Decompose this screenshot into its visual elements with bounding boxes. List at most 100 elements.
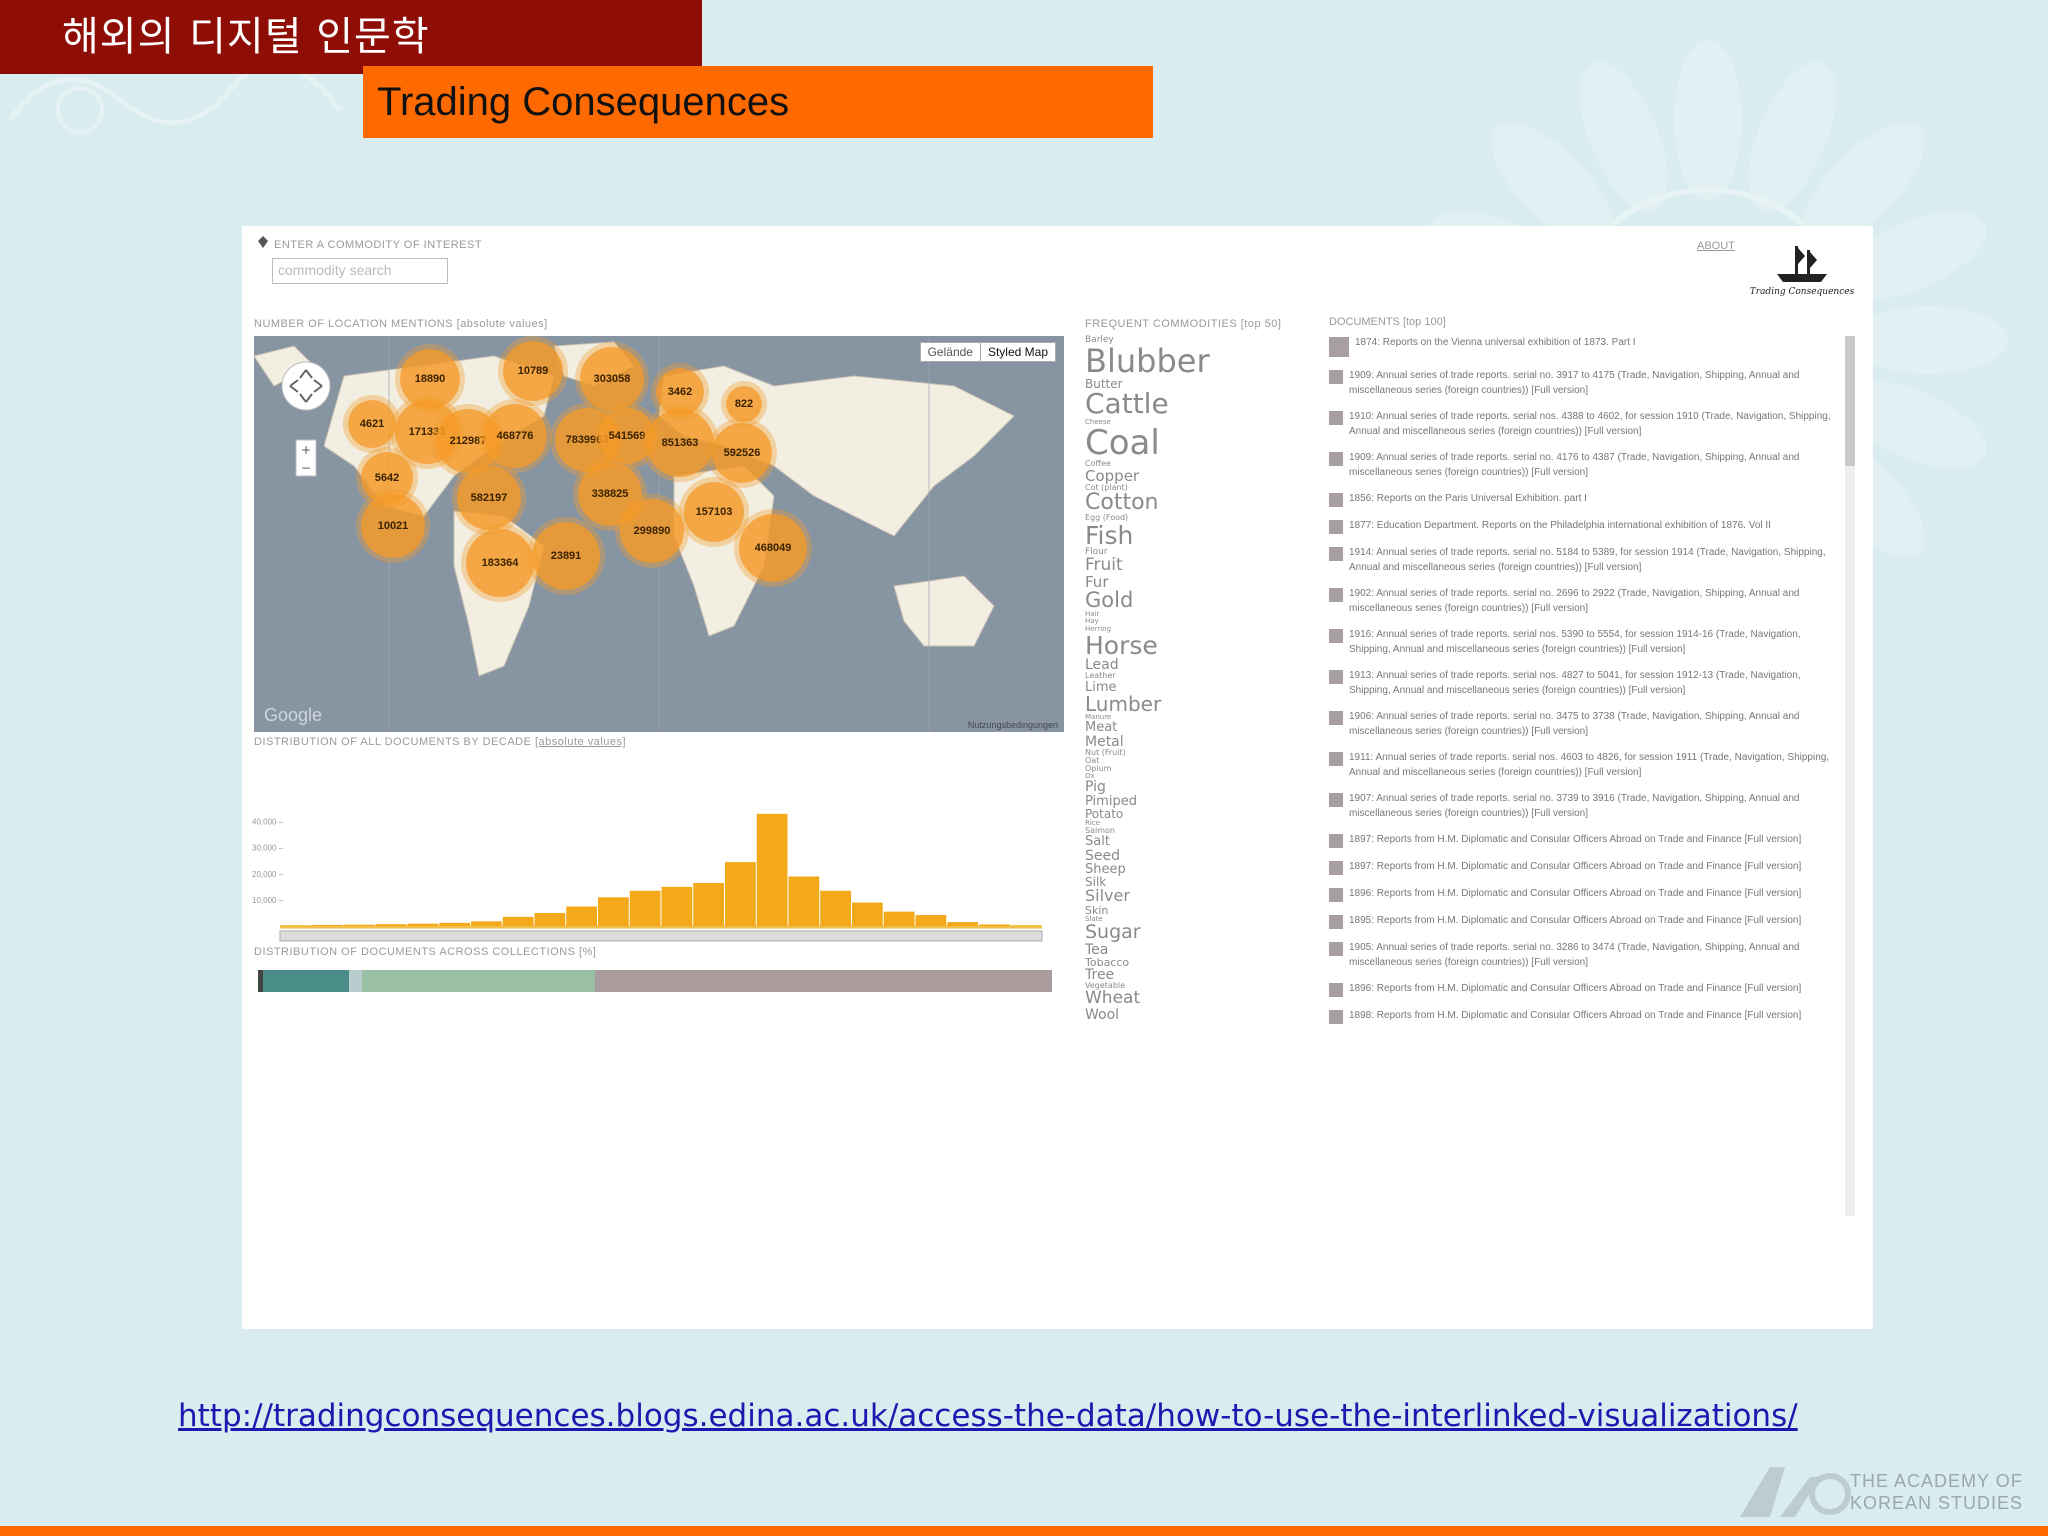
- commodity-term[interactable]: Leather: [1085, 672, 1305, 680]
- document-item[interactable]: 1897: Reports from H.M. Diplomatic and C…: [1329, 833, 1859, 848]
- document-item[interactable]: 1910: Annual series of trade reports. se…: [1329, 410, 1859, 439]
- location-cluster[interactable]: 822: [726, 386, 762, 422]
- decade-bar[interactable]: [344, 924, 375, 926]
- location-cluster[interactable]: 303058: [580, 347, 644, 411]
- document-item[interactable]: 1896: Reports from H.M. Diplomatic and C…: [1329, 887, 1859, 902]
- location-cluster[interactable]: 851363: [646, 409, 714, 477]
- commodity-term[interactable]: Rice: [1085, 820, 1305, 827]
- collection-segment[interactable]: [349, 970, 363, 992]
- commodity-term[interactable]: Salt: [1085, 835, 1305, 849]
- absolute-values-link[interactable]: [absolute values]: [535, 736, 626, 748]
- commodity-term[interactable]: Skin: [1085, 905, 1305, 916]
- location-cluster[interactable]: 10021: [361, 494, 425, 558]
- decade-bar[interactable]: [502, 916, 534, 926]
- location-cluster[interactable]: 183364: [466, 529, 534, 597]
- decade-histogram[interactable]: 40,000 – 30,000 – 20,000 – 10,000 –: [252, 786, 1062, 956]
- decade-bar[interactable]: [915, 915, 947, 926]
- document-item[interactable]: 1909: Annual series of trade reports. se…: [1329, 369, 1859, 398]
- location-cluster[interactable]: 468776: [483, 404, 547, 468]
- document-item[interactable]: 1911: Annual series of trade reports. se…: [1329, 751, 1859, 780]
- decade-bar[interactable]: [566, 906, 597, 926]
- map-terms-link[interactable]: Nutzungsbedingungen: [968, 720, 1058, 730]
- commodity-term[interactable]: Sheep: [1085, 863, 1305, 877]
- commodity-term[interactable]: Pimiped: [1085, 794, 1305, 808]
- timeline-brush[interactable]: [279, 930, 1043, 942]
- decade-bar[interactable]: [280, 925, 312, 926]
- decade-bar[interactable]: [439, 922, 470, 926]
- decade-bar[interactable]: [407, 923, 439, 926]
- commodity-term[interactable]: Metal: [1085, 734, 1305, 749]
- document-item[interactable]: 1909: Annual series of trade reports. se…: [1329, 451, 1859, 480]
- document-item[interactable]: 1896: Reports from H.M. Diplomatic and C…: [1329, 982, 1859, 997]
- commodity-term[interactable]: Blubber: [1085, 345, 1305, 378]
- commodity-term[interactable]: Horse: [1085, 633, 1305, 659]
- commodity-term[interactable]: Seed: [1085, 848, 1305, 863]
- commodity-term[interactable]: Potato: [1085, 808, 1305, 820]
- commodity-term[interactable]: Meat: [1085, 721, 1305, 735]
- commodity-term[interactable]: Pig: [1085, 780, 1305, 795]
- commodity-search-input[interactable]: commodity search: [272, 258, 448, 284]
- document-item[interactable]: 1905: Annual series of trade reports. se…: [1329, 941, 1859, 970]
- commodity-term[interactable]: Lead: [1085, 658, 1305, 673]
- document-item[interactable]: 1902: Annual series of trade reports. se…: [1329, 587, 1859, 616]
- document-item[interactable]: 1897: Reports from H.M. Diplomatic and C…: [1329, 860, 1859, 875]
- location-cluster[interactable]: 4621: [348, 400, 396, 448]
- collection-segment[interactable]: [594, 970, 1052, 992]
- about-link[interactable]: ABOUT: [1697, 240, 1735, 252]
- commodity-term[interactable]: Ox: [1085, 773, 1305, 780]
- commodity-term[interactable]: Tree: [1085, 968, 1305, 983]
- commodity-term[interactable]: Salmon: [1085, 827, 1305, 835]
- commodity-term[interactable]: Cotton: [1085, 491, 1305, 514]
- decade-bar[interactable]: [820, 890, 851, 926]
- decade-bar[interactable]: [375, 924, 407, 926]
- location-cluster[interactable]: 157103: [684, 482, 744, 542]
- commodity-term[interactable]: Tobacco: [1085, 957, 1305, 968]
- commodity-term[interactable]: Tea: [1085, 942, 1305, 957]
- location-cluster[interactable]: 10789: [503, 341, 563, 401]
- location-cluster[interactable]: 299890: [620, 499, 684, 563]
- decade-bar[interactable]: [725, 862, 756, 926]
- commodity-term[interactable]: Lumber: [1085, 693, 1305, 714]
- decade-bar[interactable]: [852, 902, 883, 926]
- decade-bar[interactable]: [883, 911, 915, 926]
- commodity-term[interactable]: Wheat: [1085, 990, 1305, 1008]
- documents-scrollbar[interactable]: [1845, 336, 1855, 1216]
- document-item[interactable]: 1856: Reports on the Paris Universal Exh…: [1329, 492, 1859, 507]
- commodity-term[interactable]: Nut (Fruit): [1085, 748, 1305, 757]
- decade-bar[interactable]: [1010, 925, 1042, 926]
- decade-bar[interactable]: [534, 912, 566, 926]
- location-cluster[interactable]: 592526: [712, 423, 772, 483]
- location-cluster[interactable]: 582197: [457, 466, 521, 530]
- decade-bar[interactable]: [629, 890, 661, 926]
- decade-bar[interactable]: [947, 922, 978, 926]
- terrain-button[interactable]: Gelände: [921, 343, 980, 361]
- decade-bar[interactable]: [693, 882, 724, 926]
- decade-bar[interactable]: [471, 921, 502, 926]
- map-zoom-control[interactable]: + −: [295, 439, 317, 477]
- document-item[interactable]: 1906: Annual series of trade reports. se…: [1329, 710, 1859, 739]
- location-cluster[interactable]: 23891: [532, 522, 600, 590]
- decade-bar[interactable]: [979, 924, 1010, 926]
- document-item[interactable]: 1895: Reports from H.M. Diplomatic and C…: [1329, 914, 1859, 929]
- scrollbar-thumb[interactable]: [1845, 336, 1855, 466]
- commodity-term[interactable]: Wool: [1085, 1007, 1305, 1022]
- decade-bar[interactable]: [661, 886, 693, 926]
- collection-segment[interactable]: [262, 970, 350, 992]
- document-item[interactable]: 1916: Annual series of trade reports. se…: [1329, 628, 1859, 657]
- document-item[interactable]: 1898: Reports from H.M. Diplomatic and C…: [1329, 1009, 1859, 1024]
- document-item[interactable]: 1874: Reports on the Vienna universal ex…: [1329, 336, 1859, 357]
- document-item[interactable]: 1877: Education Department. Reports on t…: [1329, 519, 1859, 534]
- world-map[interactable]: + − 18890 10789 303058 3462 822 4621 171333 212…: [254, 336, 1064, 732]
- commodity-term[interactable]: Hay: [1085, 618, 1305, 625]
- map-pan-control[interactable]: [281, 361, 331, 411]
- decade-bar[interactable]: [598, 897, 629, 926]
- document-item[interactable]: 1913: Annual series of trade reports. se…: [1329, 669, 1859, 698]
- decade-bar[interactable]: [788, 876, 820, 926]
- commodity-term[interactable]: Copper: [1085, 468, 1305, 484]
- source-url-link[interactable]: http://tradingconsequences.blogs.edina.a…: [178, 1398, 1798, 1434]
- commodity-term[interactable]: Cattle: [1085, 389, 1305, 419]
- commodity-term[interactable]: Sugar: [1085, 922, 1305, 942]
- decade-bar[interactable]: [312, 924, 343, 926]
- commodity-term[interactable]: Silver: [1085, 888, 1305, 905]
- decade-bar[interactable]: [756, 813, 788, 926]
